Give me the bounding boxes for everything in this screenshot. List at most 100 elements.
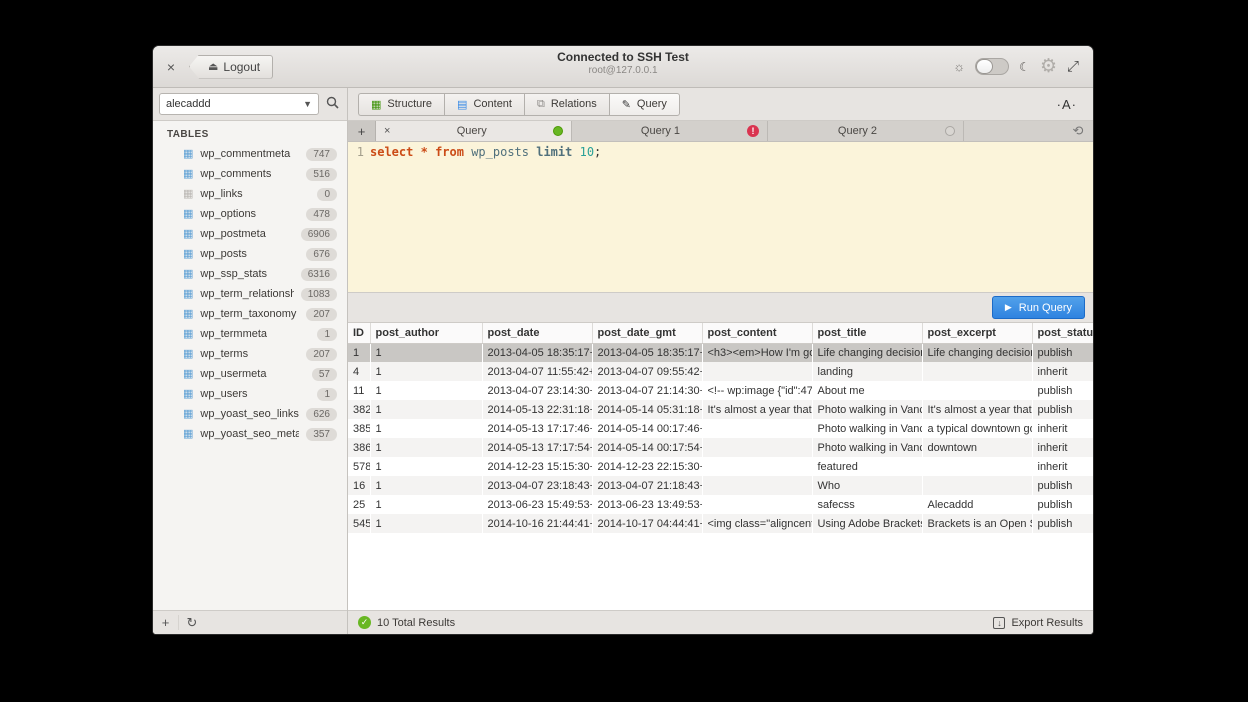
sql-editor[interactable]: 1 select * from wp_posts limit 10; bbox=[348, 142, 1093, 292]
table-row[interactable]: 2512013-06-23 15:49:53+02013-06-23 13:49… bbox=[348, 495, 1093, 514]
table-name: wp_usermeta bbox=[200, 368, 304, 380]
tab-relations-label: Relations bbox=[551, 98, 597, 110]
sidebar-table-item[interactable]: ▦ wp_users 1 bbox=[153, 384, 347, 404]
table-cell: landing bbox=[812, 362, 922, 381]
close-tab-icon[interactable]: × bbox=[384, 125, 390, 137]
table-cell bbox=[702, 362, 812, 381]
combo-dropdown-arrow-icon[interactable]: ▼ bbox=[303, 99, 312, 109]
run-query-button[interactable]: ▶ Run Query bbox=[992, 296, 1085, 319]
tab-query-label: Query bbox=[637, 98, 667, 110]
table-row[interactable]: 38612014-05-13 17:17:54+02014-05-14 00:1… bbox=[348, 438, 1093, 457]
sidebar-table-item[interactable]: ▦ wp_posts 676 bbox=[153, 244, 347, 264]
add-connection-button[interactable]: + bbox=[153, 615, 179, 630]
table-cell: 4 bbox=[348, 362, 370, 381]
tab-query[interactable]: ✎ Query bbox=[609, 93, 680, 116]
logout-label: Logout bbox=[223, 60, 260, 74]
window-close-icon[interactable]: × bbox=[161, 59, 181, 75]
table-cell: 385 bbox=[348, 419, 370, 438]
tab-structure-label: Structure bbox=[387, 98, 432, 110]
total-results-label: 10 Total Results bbox=[377, 617, 455, 629]
query-tab-1[interactable]: Query 1 ! bbox=[572, 121, 768, 141]
table-cell: Life changing decisions bbox=[812, 343, 922, 362]
structure-icon: ▦ bbox=[371, 98, 381, 111]
row-count-badge: 1 bbox=[317, 388, 337, 401]
table-cell: Photo walking in Vancouv bbox=[812, 419, 922, 438]
query-tab-2[interactable]: Query 2 bbox=[768, 121, 964, 141]
table-cell: 2013-04-07 23:18:43+0 bbox=[482, 476, 592, 495]
tab-idle-icon bbox=[945, 126, 955, 136]
table-cell: 2013-04-05 18:35:17+0 bbox=[592, 343, 702, 362]
table-row[interactable]: 1612013-04-07 23:18:43+02013-04-07 21:18… bbox=[348, 476, 1093, 495]
query-tab-0[interactable]: × Query bbox=[376, 121, 572, 141]
refresh-icon[interactable]: ↻ bbox=[179, 615, 205, 631]
sidebar-table-item[interactable]: ▦ wp_comments 516 bbox=[153, 164, 347, 184]
column-header-post_title[interactable]: post_title bbox=[812, 323, 922, 343]
results-body: 112013-04-05 18:35:17+02013-04-05 18:35:… bbox=[348, 343, 1093, 533]
table-row[interactable]: 412013-04-07 11:55:42+02013-04-07 09:55:… bbox=[348, 362, 1093, 381]
sidebar-table-item[interactable]: ▦ wp_commentmeta 747 bbox=[153, 144, 347, 164]
sidebar-table-item[interactable]: ▦ wp_links 0 bbox=[153, 184, 347, 204]
table-cell: Using Adobe Brackets as bbox=[812, 514, 922, 533]
row-count-badge: 357 bbox=[306, 428, 337, 441]
sidebar-table-item[interactable]: ▦ wp_termmeta 1 bbox=[153, 324, 347, 344]
sql-semicolon: ; bbox=[594, 145, 601, 159]
table-cell: 2013-04-07 21:18:43+0 bbox=[592, 476, 702, 495]
tab-content[interactable]: ▤ Content bbox=[444, 93, 524, 116]
row-count-badge: 626 bbox=[306, 408, 337, 421]
table-cell: 2013-04-07 11:55:42+0 bbox=[482, 362, 592, 381]
column-header-post_author[interactable]: post_author bbox=[370, 323, 482, 343]
database-combobox[interactable]: ▼ bbox=[159, 93, 319, 115]
table-row[interactable]: 112013-04-05 18:35:17+02013-04-05 18:35:… bbox=[348, 343, 1093, 362]
settings-gear-icon[interactable]: ⚙ bbox=[1040, 55, 1057, 78]
sidebar-table-item[interactable]: ▦ wp_yoast_seo_meta 357 bbox=[153, 424, 347, 444]
row-count-badge: 57 bbox=[312, 368, 337, 381]
column-header-post_date[interactable]: post_date bbox=[482, 323, 592, 343]
table-cell: It's almost a year that I m bbox=[922, 400, 1032, 419]
table-cell: 2014-05-13 17:17:54+0 bbox=[482, 438, 592, 457]
sidebar-table-item[interactable]: ▦ wp_term_taxonomy 207 bbox=[153, 304, 347, 324]
fullscreen-icon[interactable]: ⤢ bbox=[1067, 58, 1079, 75]
sidebar-table-item[interactable]: ▦ wp_yoast_seo_links 626 bbox=[153, 404, 347, 424]
table-name: wp_yoast_seo_links bbox=[200, 408, 299, 420]
tab-relations[interactable]: ⧉ Relations bbox=[524, 93, 609, 116]
sidebar-table-item[interactable]: ▦ wp_terms 207 bbox=[153, 344, 347, 364]
table-row[interactable]: 1112013-04-07 23:14:30+02013-04-07 21:14… bbox=[348, 381, 1093, 400]
table-row[interactable]: 54512014-10-16 21:44:41+02014-10-17 04:4… bbox=[348, 514, 1093, 533]
tables-section: TABLES ▦ wp_commentmeta 747 ▦ wp_comment… bbox=[153, 121, 347, 610]
tab-success-icon bbox=[553, 126, 563, 136]
logout-button[interactable]: ⏏ Logout bbox=[189, 55, 273, 79]
sidebar-table-item[interactable]: ▦ wp_term_relationships 1083 bbox=[153, 284, 347, 304]
table-cell: 578 bbox=[348, 457, 370, 476]
query-history-icon[interactable]: ⟲ bbox=[1063, 121, 1093, 141]
search-icon[interactable] bbox=[323, 96, 341, 112]
column-header-post_excerpt[interactable]: post_excerpt bbox=[922, 323, 1032, 343]
window-subtitle: root@127.0.0.1 bbox=[153, 65, 1093, 76]
table-cell: publish bbox=[1032, 495, 1093, 514]
table-cell: inherit bbox=[1032, 457, 1093, 476]
column-header-post_content[interactable]: post_content bbox=[702, 323, 812, 343]
database-combo-input[interactable] bbox=[166, 98, 303, 110]
table-row[interactable]: 38512014-05-13 17:17:46+02014-05-14 00:1… bbox=[348, 419, 1093, 438]
sidebar-table-item[interactable]: ▦ wp_options 478 bbox=[153, 204, 347, 224]
table-cell: 2014-05-14 00:17:54+0 bbox=[592, 438, 702, 457]
dark-mode-toggle[interactable] bbox=[975, 58, 1009, 75]
table-cell: inherit bbox=[1032, 419, 1093, 438]
sidebar-table-item[interactable]: ▦ wp_usermeta 57 bbox=[153, 364, 347, 384]
export-results-button[interactable]: ↓ Export Results bbox=[993, 617, 1083, 629]
table-cell: Photo walking in Vancouv bbox=[812, 438, 922, 457]
font-size-button[interactable]: ·A· bbox=[1057, 97, 1083, 112]
add-query-tab-button[interactable]: + bbox=[348, 121, 376, 141]
table-row[interactable]: 38212014-05-13 22:31:18+02014-05-14 05:3… bbox=[348, 400, 1093, 419]
sidebar-table-item[interactable]: ▦ wp_ssp_stats 6316 bbox=[153, 264, 347, 284]
column-header-post_status[interactable]: post_status bbox=[1032, 323, 1093, 343]
export-results-label: Export Results bbox=[1011, 617, 1083, 629]
tab-structure[interactable]: ▦ Structure bbox=[358, 93, 444, 116]
table-cell bbox=[702, 495, 812, 514]
sidebar-table-item[interactable]: ▦ wp_postmeta 6906 bbox=[153, 224, 347, 244]
column-header-post_date_gmt[interactable]: post_date_gmt bbox=[592, 323, 702, 343]
column-header-id[interactable]: ID bbox=[348, 323, 370, 343]
table-name: wp_term_relationships bbox=[200, 288, 293, 300]
table-name: wp_commentmeta bbox=[200, 148, 299, 160]
table-row[interactable]: 57812014-12-23 15:15:30+02014-12-23 22:1… bbox=[348, 457, 1093, 476]
table-cell: 1 bbox=[370, 400, 482, 419]
